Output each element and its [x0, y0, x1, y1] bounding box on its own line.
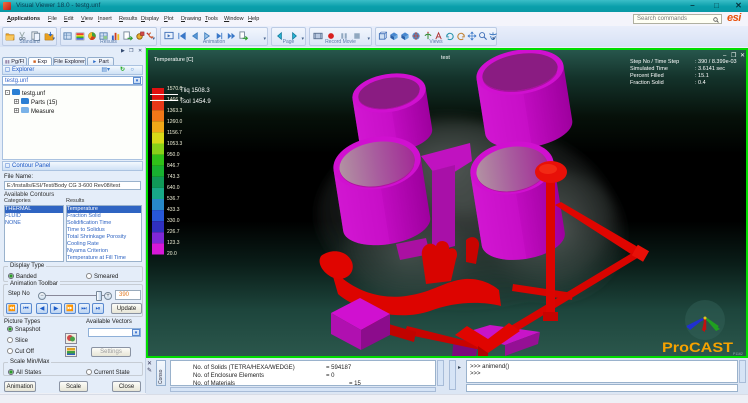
svg-text:123.3: 123.3	[167, 240, 180, 246]
svg-text:: 390 / 8.399e-03: : 390 / 8.399e-03	[695, 59, 737, 65]
svg-text:Temperature [C]: Temperature [C]	[154, 57, 194, 63]
svg-text:: 15.1: : 15.1	[695, 73, 709, 79]
svg-text:226.7: 226.7	[167, 229, 180, 235]
svg-text:1053.3: 1053.3	[167, 141, 183, 147]
svg-text:Tsol 1454.9: Tsol 1454.9	[180, 99, 211, 105]
svg-text:20.0: 20.0	[167, 251, 177, 257]
svg-text:Fraction Solid: Fraction Solid	[630, 80, 664, 86]
svg-text:433.3: 433.3	[167, 207, 180, 213]
svg-text:: 0.4: : 0.4	[695, 80, 706, 86]
svg-text:✕: ✕	[740, 53, 745, 59]
svg-text:Step No / Time Step: Step No / Time Step	[630, 59, 679, 65]
svg-text:846.7: 846.7	[167, 163, 180, 169]
svg-text:Percent Filled: Percent Filled	[630, 73, 664, 79]
svg-text:❐: ❐	[731, 52, 737, 59]
svg-text:640.0: 640.0	[167, 185, 180, 191]
svg-text:test: test	[441, 55, 450, 61]
svg-text:Tliq 1508.3: Tliq 1508.3	[180, 88, 210, 94]
svg-text:Simulated Time: Simulated Time	[630, 66, 668, 72]
svg-text:1260.0: 1260.0	[167, 119, 183, 125]
svg-text:: 3.6141 sec: : 3.6141 sec	[695, 66, 725, 72]
svg-text:743.3: 743.3	[167, 174, 180, 180]
svg-text:536.7: 536.7	[167, 196, 180, 202]
svg-text:ProCAST: ProCAST	[662, 339, 734, 355]
svg-text:330.0: 330.0	[167, 218, 180, 224]
svg-text:1363.3: 1363.3	[167, 108, 183, 114]
svg-text:950.0: 950.0	[167, 152, 180, 158]
svg-text:P1162: P1162	[733, 352, 743, 356]
svg-text:1156.7: 1156.7	[167, 130, 182, 136]
